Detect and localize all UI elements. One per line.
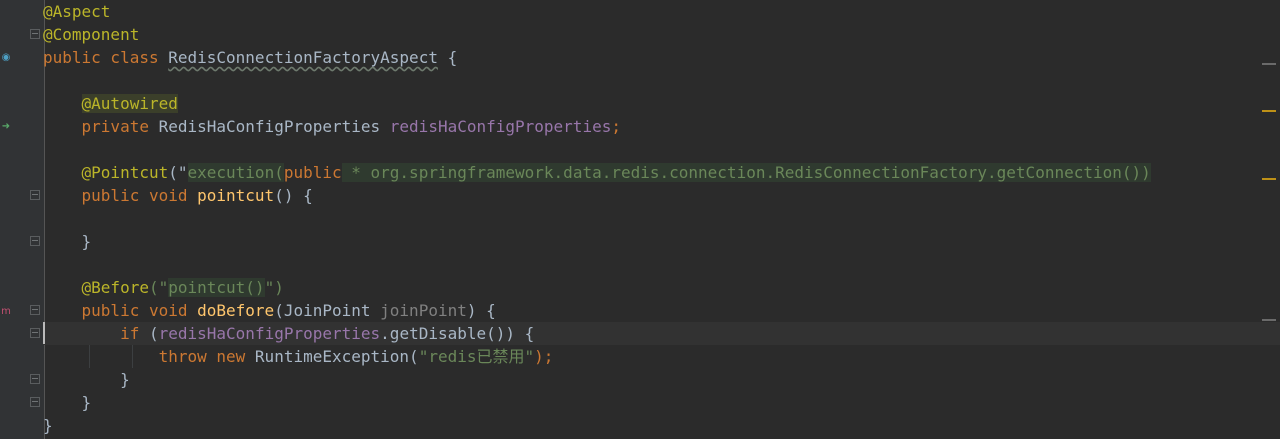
indent-guide [132, 345, 133, 368]
code-token: @Component [43, 25, 140, 44]
code-token: @Before [81, 278, 149, 297]
scroll-marker[interactable] [1262, 319, 1276, 321]
code-token: (JoinPoint [274, 301, 381, 320]
code-line[interactable] [43, 253, 1280, 276]
autowired-navigation-icon[interactable]: ➜ [0, 121, 12, 133]
code-token: "redis已禁用" [418, 347, 535, 366]
code-token: .getDisable()) { [380, 324, 535, 343]
code-line[interactable]: @Pointcut("execution(public * org.spring… [43, 161, 1280, 184]
text-caret [43, 322, 45, 344]
fold-marker-dobefore[interactable] [30, 305, 40, 315]
code-line[interactable]: } [43, 414, 1280, 437]
code-token: public void [81, 301, 198, 320]
fold-marker-class[interactable] [30, 29, 40, 39]
code-token: } [43, 393, 92, 412]
code-line[interactable]: } [43, 368, 1280, 391]
code-token: private [81, 117, 159, 136]
code-token: joinPoint [380, 301, 467, 320]
indent-guide [89, 345, 90, 368]
code-token: redisHaConfigProperties [389, 117, 612, 136]
code-area[interactable]: @Aspect @Component public class RedisConne… [43, 0, 1280, 439]
code-line[interactable]: public void doBefore(JoinPoint joinPoint… [43, 299, 1280, 322]
code-token: public void [81, 186, 198, 205]
code-token: redisHaConfigProperties [158, 324, 381, 343]
code-token: () { [274, 186, 313, 205]
fold-marker-if[interactable] [30, 328, 40, 338]
code-token: execution( [187, 163, 284, 182]
code-token: RedisConnectionFactoryAspect [168, 48, 438, 67]
code-token: } [43, 232, 92, 251]
code-token: ; [611, 117, 621, 136]
code-token: throw new [158, 347, 255, 366]
code-token: (" [148, 278, 169, 297]
code-token: } [43, 370, 130, 389]
scroll-marker-warning[interactable] [1262, 178, 1276, 180]
code-token: @Autowired [81, 94, 178, 113]
code-token: { [437, 48, 458, 67]
code-token: ) { [466, 301, 496, 320]
fold-marker-pointcut[interactable] [30, 190, 40, 200]
code-token: ); [534, 347, 554, 366]
code-editor[interactable]: ◉ ➜ m @Aspect @Component public class Redi… [0, 0, 1280, 439]
code-line[interactable] [43, 69, 1280, 92]
code-line[interactable] [43, 207, 1280, 230]
code-line[interactable]: } [43, 230, 1280, 253]
code-token: RedisHaConfigProperties [158, 117, 390, 136]
fold-marker-pointcut-end[interactable] [30, 236, 40, 246]
code-line[interactable]: } [43, 391, 1280, 414]
scroll-marker-warning[interactable] [1262, 110, 1276, 112]
code-line[interactable]: public void pointcut() { [43, 184, 1280, 207]
code-token: pointcut() [168, 278, 265, 297]
code-line[interactable]: @Aspect [43, 0, 1280, 23]
code-token: (" [168, 163, 188, 182]
spring-bean-icon[interactable]: ◉ [0, 52, 12, 64]
code-token: * org.springframework.data.redis.connect… [341, 163, 1151, 182]
code-line[interactable]: @Before("pointcut()") [43, 276, 1280, 299]
code-token: public [283, 163, 342, 182]
code-line[interactable]: @Autowired [43, 92, 1280, 115]
code-token: ( [148, 324, 159, 343]
code-token: RuntimeException( [254, 347, 419, 366]
code-line[interactable]: public class RedisConnectionFactoryAspec… [43, 46, 1280, 69]
code-line[interactable]: private RedisHaConfigProperties redisHaC… [43, 115, 1280, 138]
code-token: @Aspect [43, 2, 111, 21]
code-token: ") [264, 278, 284, 297]
code-token: public class [43, 48, 169, 67]
code-token: @Pointcut [81, 163, 169, 182]
code-token: } [43, 416, 53, 435]
code-line[interactable]: if (redisHaConfigProperties.getDisable()… [43, 322, 1280, 345]
code-token: doBefore [197, 301, 275, 320]
advice-method-icon[interactable]: m [0, 306, 12, 318]
code-token: if [120, 324, 149, 343]
fold-marker-dobefore-end[interactable] [30, 397, 40, 407]
fold-marker-if-end[interactable] [30, 374, 40, 384]
code-line[interactable] [43, 138, 1280, 161]
scroll-marker[interactable] [1262, 63, 1276, 65]
code-line[interactable]: @Component [43, 23, 1280, 46]
code-line[interactable]: throw new RuntimeException("redis已禁用"); [43, 345, 1280, 368]
code-token: pointcut [197, 186, 275, 205]
